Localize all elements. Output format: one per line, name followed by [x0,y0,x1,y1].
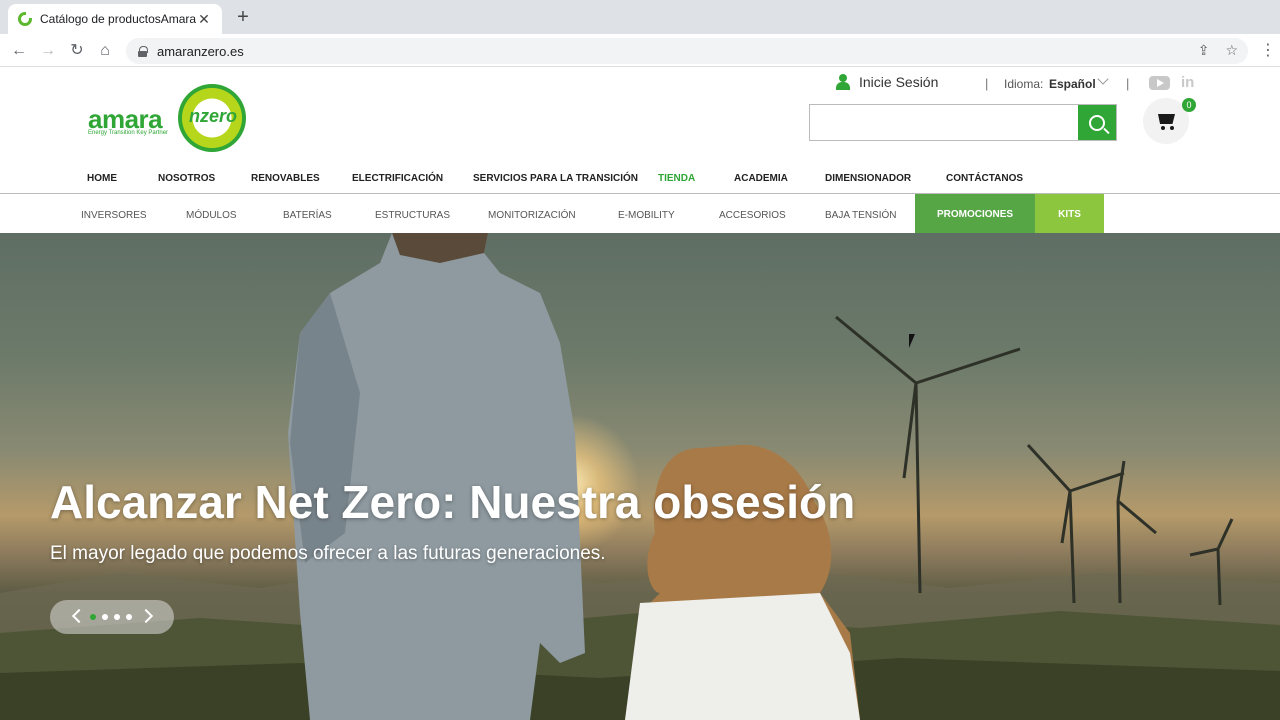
main-nav-renovables[interactable]: RENOVABLES [251,173,320,184]
main-nav-tienda[interactable]: TIENDA [658,173,695,184]
carousel-dot[interactable] [114,614,120,620]
favicon-icon [18,12,32,26]
language-label: Idioma: [1004,77,1044,91]
login-label: Inicie Sesión [859,74,939,90]
main-nav-dimensionador[interactable]: DIMENSIONADOR [825,173,911,184]
user-icon [836,74,850,90]
address-bar[interactable]: amaranzero.es ⇪ ☆ [126,38,1248,64]
hero-banner: Alcanzar Net Zero: Nuestra obsesión El m… [0,233,1280,720]
main-nav-home[interactable]: HOME [87,173,117,184]
chevron-down-icon[interactable] [1097,73,1109,85]
category-promociones[interactable]: PROMOCIONES [915,194,1035,233]
back-icon[interactable]: ← [8,40,30,62]
main-nav-nosotros[interactable]: NOSOTROS [158,173,215,184]
logo-tagline: Energy Transition Key Partner [88,130,169,136]
tab-close-icon[interactable]: ✕ [196,11,212,28]
carousel-dot[interactable] [90,614,96,620]
search-form [809,104,1117,141]
shopping-cart-icon [1155,111,1177,131]
wind-turbine-icon [835,315,1234,606]
home-icon[interactable]: ⌂ [94,40,116,62]
chevron-left-icon[interactable] [71,608,87,624]
lock-icon [138,45,148,57]
category-baterias[interactable]: BATERÍAS [283,210,332,221]
language-select[interactable]: Español [1049,77,1096,91]
category-inversores[interactable]: INVERSORES [81,210,147,221]
url-text: amaranzero.es [157,43,244,59]
youtube-icon[interactable] [1149,76,1170,90]
browser-menu-icon[interactable]: ⋮ [1260,40,1276,60]
mouse-cursor-icon [909,334,915,348]
carousel-dot[interactable] [102,614,108,620]
share-icon[interactable]: ⇪ [1198,42,1210,59]
search-input[interactable] [810,105,1078,140]
browser-tabbar: Catálogo de productosAmara ✕ + [0,0,1280,34]
category-estructuras[interactable]: ESTRUCTURAS [375,210,450,221]
linkedin-icon[interactable]: in [1181,74,1194,91]
category-nav: INVERSORES MÓDULOS BATERÍAS ESTRUCTURAS … [0,194,1280,233]
bookmark-star-icon[interactable]: ☆ [1225,42,1238,59]
cart-count-badge: 0 [1182,98,1196,112]
category-baja-tension[interactable]: BAJA TENSIÓN [825,210,897,221]
main-nav-academia[interactable]: ACADEMIA [734,173,788,184]
separator: | [1126,76,1130,91]
logo-ring-text: nzero [188,106,237,126]
new-tab-button[interactable]: + [232,6,254,28]
forward-icon[interactable]: → [37,40,59,62]
chevron-right-icon[interactable] [138,608,154,624]
hero-title: Alcanzar Net Zero: Nuestra obsesión [50,476,856,528]
site-logo[interactable]: amara Energy Transition Key Partner nzer… [86,84,246,154]
tab-title: Catálogo de productosAmara [40,12,196,26]
login-link[interactable]: Inicie Sesión [836,74,938,90]
search-icon [1089,114,1105,131]
category-accesorios[interactable]: ACCESORIOS [719,210,786,221]
category-kits[interactable]: KITS [1035,194,1104,233]
carousel-controls [50,600,174,634]
separator: | [985,76,989,91]
carousel-dot[interactable] [126,614,132,620]
browser-tab[interactable]: Catálogo de productosAmara ✕ [8,4,222,34]
main-nav-servicios[interactable]: SERVICIOS PARA LA TRANSICIÓN [473,173,638,184]
reload-icon[interactable]: ↻ [66,40,88,62]
logo-ring-icon: nzero [178,84,246,152]
search-button[interactable] [1078,105,1116,140]
category-modulos[interactable]: MÓDULOS [186,210,237,221]
category-monitorizacion[interactable]: MONITORIZACIÓN [488,210,576,221]
browser-toolbar: ← → ↻ ⌂ amaranzero.es ⇪ ☆ ⋮ [0,34,1280,67]
hero-subtitle: El mayor legado que podemos ofrecer a la… [50,543,606,564]
main-nav-electrificacion[interactable]: ELECTRIFICACIÓN [352,173,443,184]
main-nav-contactanos[interactable]: CONTÁCTANOS [946,173,1023,184]
category-emobility[interactable]: E-MOBILITY [618,210,675,221]
main-nav: HOME NOSOTROS RENOVABLES ELECTRIFICACIÓN… [0,164,1280,194]
